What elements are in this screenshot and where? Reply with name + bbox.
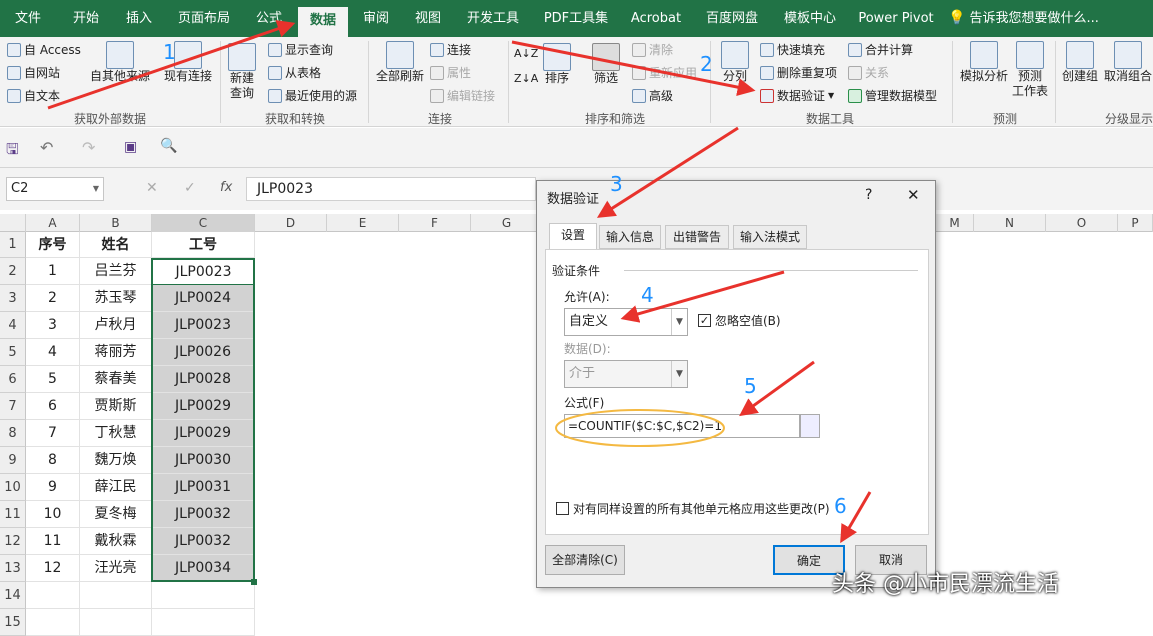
annotation-arrow [511,40,756,97]
watermark-text: 头条 @小市民漂流生活 [832,572,1059,597]
annotation-overlay [47,20,872,544]
formula-highlight-ellipse [555,409,725,447]
annotation-arrow [47,20,296,110]
step-number: 2 [700,52,713,76]
step-number: 3 [610,172,623,196]
step-number: 1 [163,40,176,64]
step-number: 5 [744,374,757,398]
step-number: 6 [834,494,847,518]
step-number: 4 [641,283,654,307]
